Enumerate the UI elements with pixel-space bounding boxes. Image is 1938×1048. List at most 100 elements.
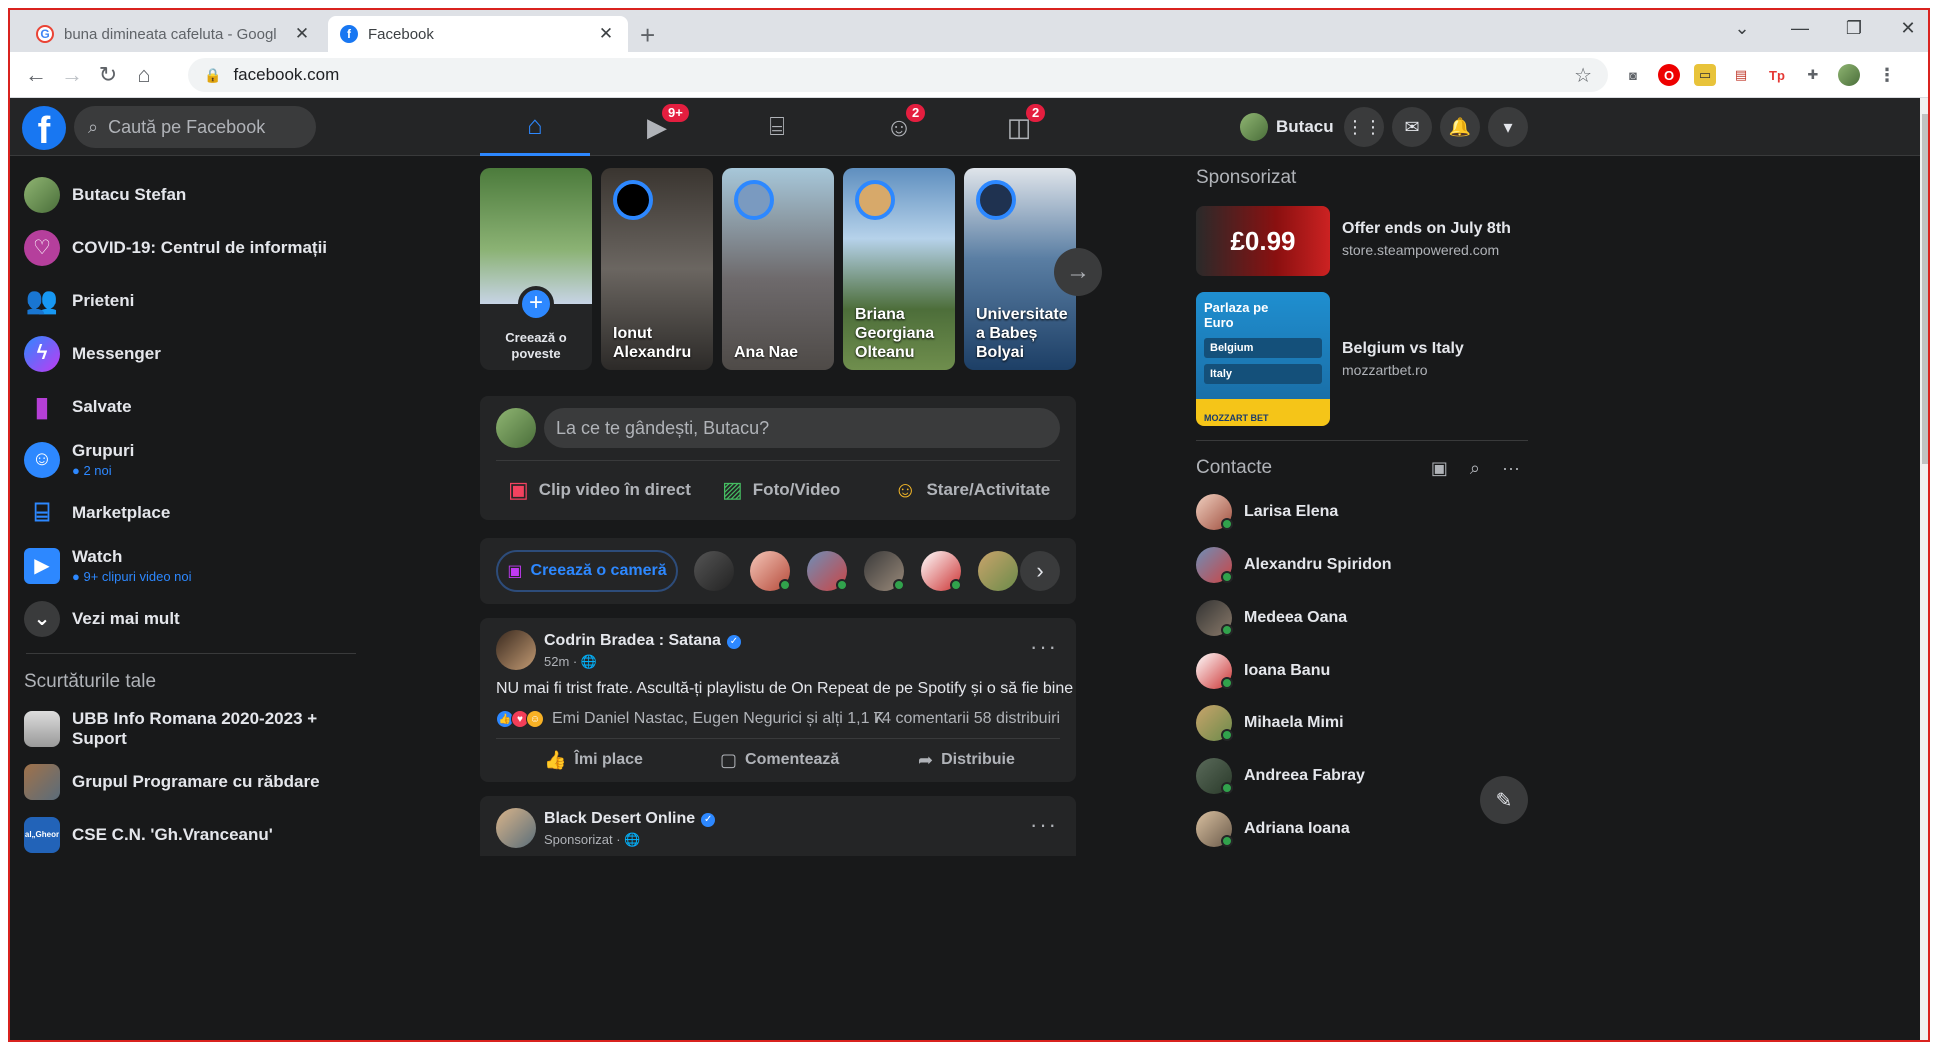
reactions-summary[interactable]: 👍 ♥ ☺ Emi Daniel Nastac, Eugen Negurici … [496,710,885,728]
share-button[interactable]: ➦ Distribuie [918,744,1015,776]
room-contact-avatar[interactable] [978,551,1018,591]
shortcut-item[interactable]: al„Gheor CSE C.N. 'Gh.Vranceanu' [10,808,370,861]
story-card[interactable]: Ana Nae [722,168,834,370]
contact-item[interactable]: Medeea Oana [1196,592,1347,644]
room-contact-avatar[interactable] [921,551,962,591]
room-contact-avatar[interactable] [807,551,848,591]
search-icon[interactable]: ⌕ [1470,458,1480,479]
ad-image: Parlaza pe Euro Belgium Italy MOZZART BE… [1196,292,1330,426]
menu-grid-icon[interactable]: ⋮⋮ [1344,107,1384,147]
sponsored-ad[interactable]: £0.99 Offer ends on July 8th store.steam… [1196,206,1511,276]
camera-extension-icon[interactable]: ◙ [1622,64,1644,86]
room-contact-avatar[interactable] [750,551,791,591]
bookmark-star-icon[interactable]: ☆ [1574,63,1592,88]
facebook-search-input[interactable]: ⌕ Caută pe Facebook [74,106,316,148]
close-tab-icon[interactable]: ✕ [596,24,616,44]
more-options-icon[interactable]: ··· [1502,458,1520,479]
create-room-button[interactable]: ▣ Creează o cameră [496,550,678,592]
profile-dropdown-icon[interactable]: ⌄ [1722,18,1762,39]
sponsored-ad[interactable]: Parlaza pe Euro Belgium Italy MOZZART BE… [1196,292,1464,426]
nav-groups-tab[interactable]: ☺ 2 [844,98,954,156]
profile-chip[interactable]: Butacu [1240,108,1334,146]
ad-image-text: Belgium [1204,338,1322,358]
composer-input[interactable]: La ce te gândești, Butacu? [544,408,1060,448]
room-contact-avatar[interactable] [694,551,734,591]
sidebar-item-watch[interactable]: ▶ Watch ● 9+ clipuri video noi [10,539,370,592]
story-card[interactable]: Ionut Alexandru [601,168,713,370]
post-timestamp[interactable]: Sponsorizat · 🌐 [544,832,640,848]
nav-watch-tab[interactable]: ▶ 9+ [602,98,712,156]
contact-item[interactable]: Larisa Elena [1196,486,1338,538]
puzzle-extensions-icon[interactable]: ✚ [1802,64,1824,86]
post-stats[interactable]: 74 comentarii 58 distribuiri [873,710,1060,728]
more-options-icon[interactable]: ··· [1030,634,1058,660]
cast-extension-icon[interactable]: ▤ [1730,64,1752,86]
contact-item[interactable]: Ioana Banu [1196,645,1330,697]
like-button[interactable]: 👍 Îmi place [544,744,643,776]
contact-avatar [1196,494,1233,530]
sidebar-item-friends[interactable]: 👥 Prieteni [10,274,370,327]
rooms-next-arrow-icon[interactable]: › [1020,551,1060,591]
nav-home-tab[interactable]: ⌂ [480,98,590,156]
story-name: Ana Nae [734,344,799,361]
sidebar-item-messenger[interactable]: ϟ Messenger [10,327,370,380]
nav-marketplace-tab[interactable]: ⌸ [722,98,832,156]
contact-item[interactable]: Adriana Ioana [1196,803,1350,855]
post-timestamp[interactable]: 52m · 🌐 [544,654,597,670]
sidebar-item-saved[interactable]: ▮ Salvate [10,380,370,433]
chrome-profile-avatar[interactable] [1838,64,1860,86]
messenger-icon[interactable]: ✉ [1392,107,1432,147]
new-message-icon[interactable]: ✎ [1480,776,1528,824]
account-dropdown-icon[interactable]: ▾ [1488,107,1528,147]
room-contact-avatar[interactable] [864,551,905,591]
page-scrollbar[interactable] [1920,98,1928,1040]
live-video-button[interactable]: ▣ Clip video în direct [508,472,691,508]
tab-google[interactable]: G buna dimineata cafeluta - Googl ✕ [24,16,324,52]
ad-title: Belgium vs Italy [1342,340,1464,357]
contact-item[interactable]: Mihaela Mimi [1196,697,1344,749]
tp-extension-icon[interactable]: Tp [1766,64,1788,86]
scrollbar-thumb[interactable] [1922,114,1928,464]
stories-next-arrow-icon[interactable]: → [1054,248,1102,296]
shortcut-item[interactable]: UBB Info Romana 2020-2023 + Suport [10,702,370,755]
forward-icon[interactable]: → [58,62,86,88]
home-icon[interactable]: ⌂ [130,62,158,88]
comment-button[interactable]: ▢ Comentează [720,744,839,776]
author-avatar[interactable] [496,630,536,670]
sidebar-item-see-more[interactable]: ⌄ Vezi mai mult [10,592,370,645]
minimize-button[interactable]: — [1780,18,1820,39]
shortcut-item[interactable]: Grupul Programare cu răbdare [10,755,370,808]
feeling-activity-button[interactable]: ☺ Stare/Activitate [894,472,1050,508]
story-card[interactable]: Briana Georgiana Olteanu [843,168,955,370]
sidebar-item-profile[interactable]: Butacu Stefan [10,168,370,221]
opera-extension-icon[interactable]: O [1658,64,1680,86]
more-options-icon[interactable]: ··· [1030,812,1058,838]
home-icon: ⌂ [527,110,543,140]
chrome-menu-icon[interactable]: ⋮ [1876,64,1898,86]
maximize-button[interactable]: ❐ [1834,18,1874,39]
sidebar-item-marketplace[interactable]: ⌸ Marketplace [10,486,370,539]
sidebar-item-groups[interactable]: ☺ Grupuri ● 2 noi [10,433,370,486]
new-room-icon[interactable]: ▣ [1431,458,1448,479]
reload-icon[interactable]: ↻ [94,62,122,88]
nav-gaming-tab[interactable]: ◫ 2 [964,98,1074,156]
post-author[interactable]: Codrin Bradea : Satana ✓ [544,632,741,650]
back-icon[interactable]: ← [22,62,50,88]
create-story-card[interactable]: + Creează o poveste [480,168,592,370]
new-tab-button[interactable]: + [640,20,655,51]
contact-item[interactable]: Andreea Fabray [1196,750,1365,802]
facebook-logo-icon[interactable]: f [22,106,66,152]
post-author[interactable]: Black Desert Online ✓ [544,810,716,828]
contacts-header: Contacte ▣ ⌕ ··· [1196,450,1528,486]
author-avatar[interactable] [496,808,536,848]
ad-url: mozzartbet.ro [1342,362,1428,378]
tab-facebook[interactable]: f Facebook ✕ [328,16,628,52]
address-bar[interactable]: 🔒 facebook.com ☆ [188,58,1608,92]
extension-icon[interactable]: ▭ [1694,64,1716,86]
contact-item[interactable]: Alexandru Spiridon [1196,539,1392,591]
close-tab-icon[interactable]: ✕ [292,24,312,44]
notifications-bell-icon[interactable]: 🔔 [1440,107,1480,147]
close-window-button[interactable]: ✕ [1888,18,1928,39]
sidebar-item-covid[interactable]: ♡ COVID-19: Centrul de informații [10,221,370,274]
photo-video-button[interactable]: ▨ Foto/Video [722,472,840,508]
